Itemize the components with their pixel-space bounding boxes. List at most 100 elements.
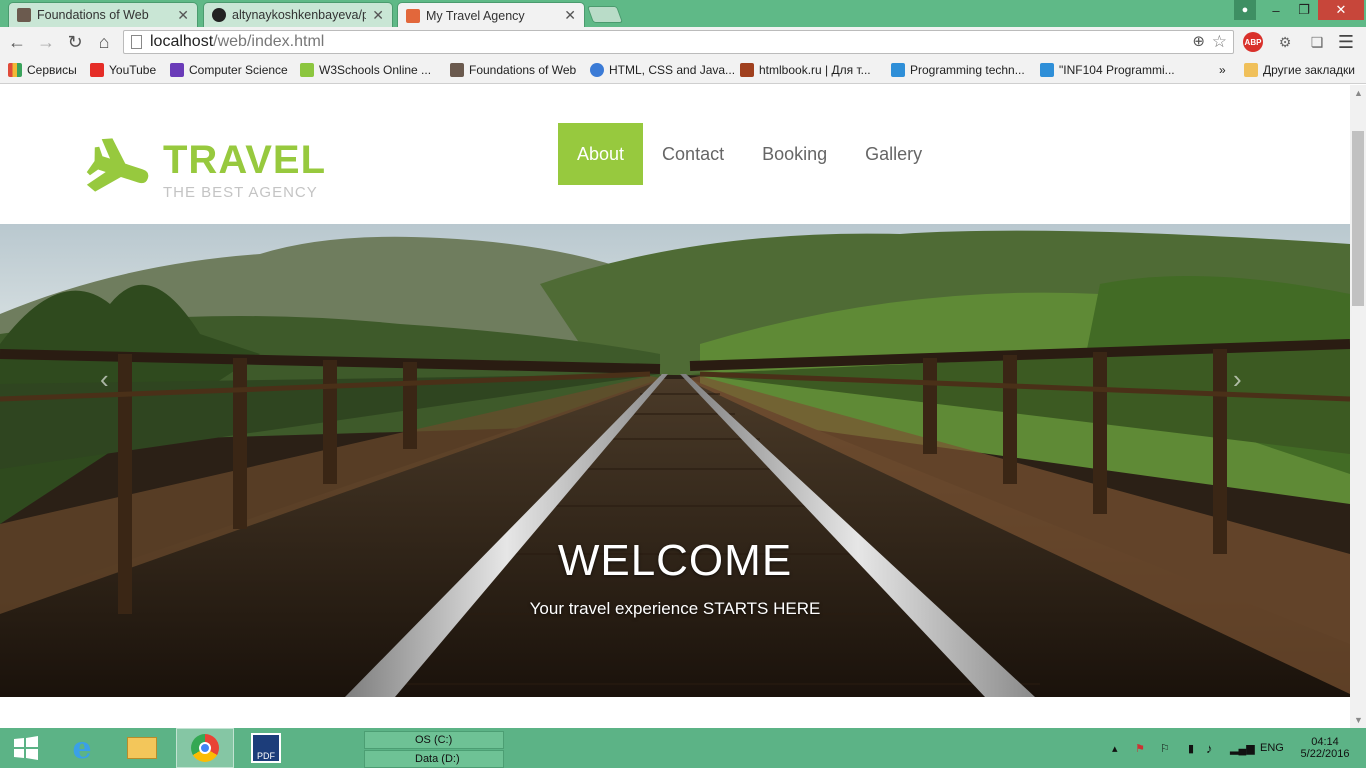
bookmark-label: W3Schools Online ... xyxy=(319,63,432,77)
bookmark-apps[interactable]: Сервисы xyxy=(8,63,77,77)
signal-icon[interactable]: ▂▄▆ xyxy=(1230,728,1255,768)
hero-tagline: Your travel experience STARTS HERE xyxy=(529,599,821,618)
language-indicator[interactable]: ENG xyxy=(1260,728,1284,768)
back-arrow-icon[interactable]: ← xyxy=(6,31,28,53)
bookmark-htmlbook[interactable]: htmlbook.ru | Для т... xyxy=(740,63,871,77)
clock-date: 5/22/2016 xyxy=(1300,748,1350,760)
bookmark-foundations-of-web[interactable]: Foundations of Web xyxy=(450,63,576,77)
scroll-up-arrow-icon[interactable]: ▲ xyxy=(1354,88,1363,98)
bookmark-label: Programming techn... xyxy=(910,63,1025,77)
address-bar[interactable]: localhost/web/index.html ⊕ ☆ xyxy=(123,30,1234,54)
tab-my-travel-agency[interactable]: My Travel Agency ✕ xyxy=(397,2,585,28)
bookmark-computer-science[interactable]: Computer Science xyxy=(170,63,288,77)
minimize-button[interactable]: – xyxy=(1262,0,1290,20)
hero-railway-image xyxy=(0,224,1350,697)
folder-icon xyxy=(1244,63,1258,77)
hero-carousel: ‹ › WELCOME Your travel experience START… xyxy=(0,224,1350,697)
youtube-icon xyxy=(90,63,104,77)
bookmark-label: HTML, CSS and Java... xyxy=(609,63,736,77)
logo-wordmark: TRAVEL xyxy=(163,138,327,182)
tab-title: My Travel Agency xyxy=(426,8,525,23)
start-windows-icon[interactable] xyxy=(0,728,52,768)
nav-booking[interactable]: Booking xyxy=(743,123,846,185)
carousel-prev-chevron-icon[interactable]: ‹ xyxy=(100,364,109,395)
drive-d-item[interactable]: Data (D:) xyxy=(364,750,504,768)
page-icon xyxy=(131,35,142,49)
logo-tagline: THE BEST AGENCY xyxy=(163,184,318,201)
bookmark-star-icon[interactable]: ☆ xyxy=(1212,31,1227,53)
network-warning-icon[interactable]: ⚑ xyxy=(1135,728,1145,768)
bookmark-other[interactable]: Другие закладки xyxy=(1244,63,1355,77)
site-logo[interactable]: TRAVEL THE BEST AGENCY xyxy=(85,135,325,205)
user-icon xyxy=(450,63,464,77)
bookmark-html-css-js[interactable]: HTML, CSS and Java... xyxy=(590,63,735,77)
more-bookmarks-chevron-icon[interactable]: » xyxy=(1219,63,1226,77)
file-explorer-icon[interactable] xyxy=(116,728,168,768)
bookmark-youtube[interactable]: YouTube xyxy=(90,63,156,77)
main-nav: About Contact Booking Gallery xyxy=(558,123,941,185)
clock[interactable]: 04:14 5/22/2016 xyxy=(1296,728,1354,768)
htmlbook-icon xyxy=(740,63,754,77)
close-tab-icon[interactable]: ✕ xyxy=(177,7,189,24)
bookmark-label: Другие закладки xyxy=(1263,63,1355,77)
home-icon[interactable]: ⌂ xyxy=(93,31,115,53)
bookmark-inf104[interactable]: "INF104 Programmi... xyxy=(1040,63,1175,77)
page-scrollbar[interactable]: ▲ ▼ xyxy=(1350,85,1366,728)
extension-icon[interactable]: ⚙ xyxy=(1275,32,1295,52)
zoom-icon[interactable]: ⊕ xyxy=(1192,31,1205,53)
action-center-flag-icon[interactable]: ⚐ xyxy=(1160,728,1170,768)
nav-about[interactable]: About xyxy=(558,123,644,185)
battery-icon[interactable]: ▮ xyxy=(1188,728,1194,768)
web-page: TRAVEL THE BEST AGENCY About Contact Boo… xyxy=(0,85,1350,728)
close-window-button[interactable]: ✕ xyxy=(1318,0,1364,20)
tab-favicon-icon xyxy=(17,8,31,22)
profile-icon[interactable]: ● xyxy=(1234,0,1256,20)
cross-icon xyxy=(1040,63,1054,77)
bookmark-label: YouTube xyxy=(109,63,157,77)
tab-foundations-of-web[interactable]: Foundations of Web ✕ xyxy=(8,2,198,27)
xampp-icon xyxy=(406,8,420,23)
scrollbar-thumb[interactable] xyxy=(1352,131,1364,306)
reload-icon[interactable]: ↻ xyxy=(64,31,86,53)
bookmark-label: Сервисы xyxy=(27,63,77,77)
extension-puzzle-icon[interactable]: ❏ xyxy=(1307,32,1327,52)
airplane-icon xyxy=(86,138,149,192)
chrome-icon[interactable] xyxy=(176,728,234,768)
tab-title: altynaykoshkenbayeva/pro xyxy=(232,8,367,22)
bookmark-label: Computer Science xyxy=(189,63,288,77)
bookmark-programming-techn[interactable]: Programming techn... xyxy=(891,63,1025,77)
user-icon xyxy=(170,63,184,77)
adblock-label: ABP xyxy=(1244,37,1262,47)
bookmark-w3schools[interactable]: W3Schools Online ... xyxy=(300,63,431,77)
restore-button[interactable]: ❐ xyxy=(1290,0,1318,20)
tab-title: Foundations of Web xyxy=(37,8,149,22)
adblock-icon[interactable]: ABP xyxy=(1243,32,1263,52)
clock-time: 04:14 xyxy=(1311,736,1339,748)
carousel-next-chevron-icon[interactable]: › xyxy=(1233,364,1242,395)
browser-titlebar: Foundations of Web ✕ altynaykoshkenbayev… xyxy=(0,0,1366,28)
github-icon xyxy=(212,8,226,22)
new-tab-button[interactable] xyxy=(586,6,624,23)
pdf-reader-icon[interactable]: PDF xyxy=(240,728,292,768)
apps-grid-icon xyxy=(8,63,22,77)
close-tab-icon[interactable]: ✕ xyxy=(372,7,384,24)
volume-icon[interactable]: ♪ xyxy=(1206,728,1213,768)
bookmark-label: "INF104 Programmi... xyxy=(1059,63,1175,77)
more-bookmarks-label: » xyxy=(1219,63,1226,77)
show-hidden-icons-chevron-icon[interactable]: ▴ xyxy=(1112,728,1118,768)
drive-c-item[interactable]: OS (C:) xyxy=(364,731,504,749)
internet-explorer-icon[interactable]: e xyxy=(56,728,108,768)
w3schools-icon xyxy=(300,63,314,77)
windows-taskbar: e PDF OS (C:) Data (D:) ▴ ⚑ ⚐ ▮ ♪ ▂▄▆ EN… xyxy=(0,728,1366,768)
nav-contact[interactable]: Contact xyxy=(643,123,743,185)
nav-gallery[interactable]: Gallery xyxy=(846,123,941,185)
menu-icon[interactable]: ☰ xyxy=(1336,32,1356,52)
close-tab-icon[interactable]: ✕ xyxy=(564,7,576,24)
bookmark-label: Foundations of Web xyxy=(469,63,577,77)
language-label: ENG xyxy=(1260,742,1284,754)
tab-github-repo[interactable]: altynaykoshkenbayeva/pro ✕ xyxy=(203,2,393,27)
forward-arrow-icon[interactable]: → xyxy=(35,31,57,53)
drive-d-label: Data (D:) xyxy=(415,753,460,765)
scroll-down-arrow-icon[interactable]: ▼ xyxy=(1354,715,1363,725)
url-host: localhost xyxy=(150,33,214,50)
